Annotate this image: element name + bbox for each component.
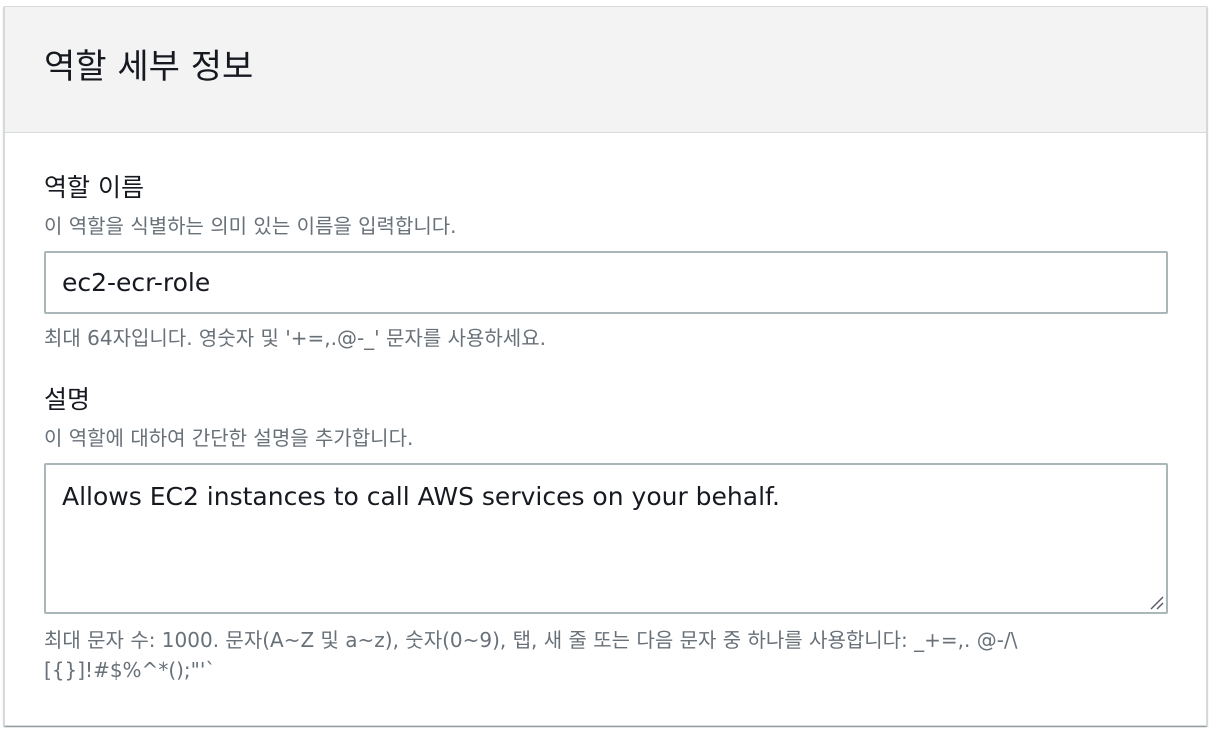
description-helper: 이 역할에 대하여 간단한 설명을 추가합니다. [44,426,414,450]
role-name-description: 이 역할을 식별하는 의미 있는 이름을 입력합니다. [44,214,457,238]
description-constraint-line1: 최대 문자 수: 1000. 문자(A~Z 및 a~z), 숫자(0~9), 탭… [44,628,1018,652]
resize-handle-icon[interactable] [1148,594,1164,610]
role-details-panel: 역할 세부 정보 역할 이름 이 역할을 식별하는 의미 있는 이름을 입력합니… [4,6,1207,726]
description-constraint-line2: [{}]!#$%^*();"'` [44,658,216,682]
role-name-constraint: 최대 64자입니다. 영숫자 및 '+=,.@-_' 문자를 사용하세요. [44,326,546,350]
role-name-label: 역할 이름 [44,173,144,202]
description-label: 설명 [44,385,91,414]
description-textarea[interactable]: Allows EC2 instances to call AWS service… [44,463,1168,614]
panel-title: 역할 세부 정보 [44,47,254,87]
role-name-input[interactable] [44,251,1168,314]
panel-header: 역할 세부 정보 [5,7,1206,133]
